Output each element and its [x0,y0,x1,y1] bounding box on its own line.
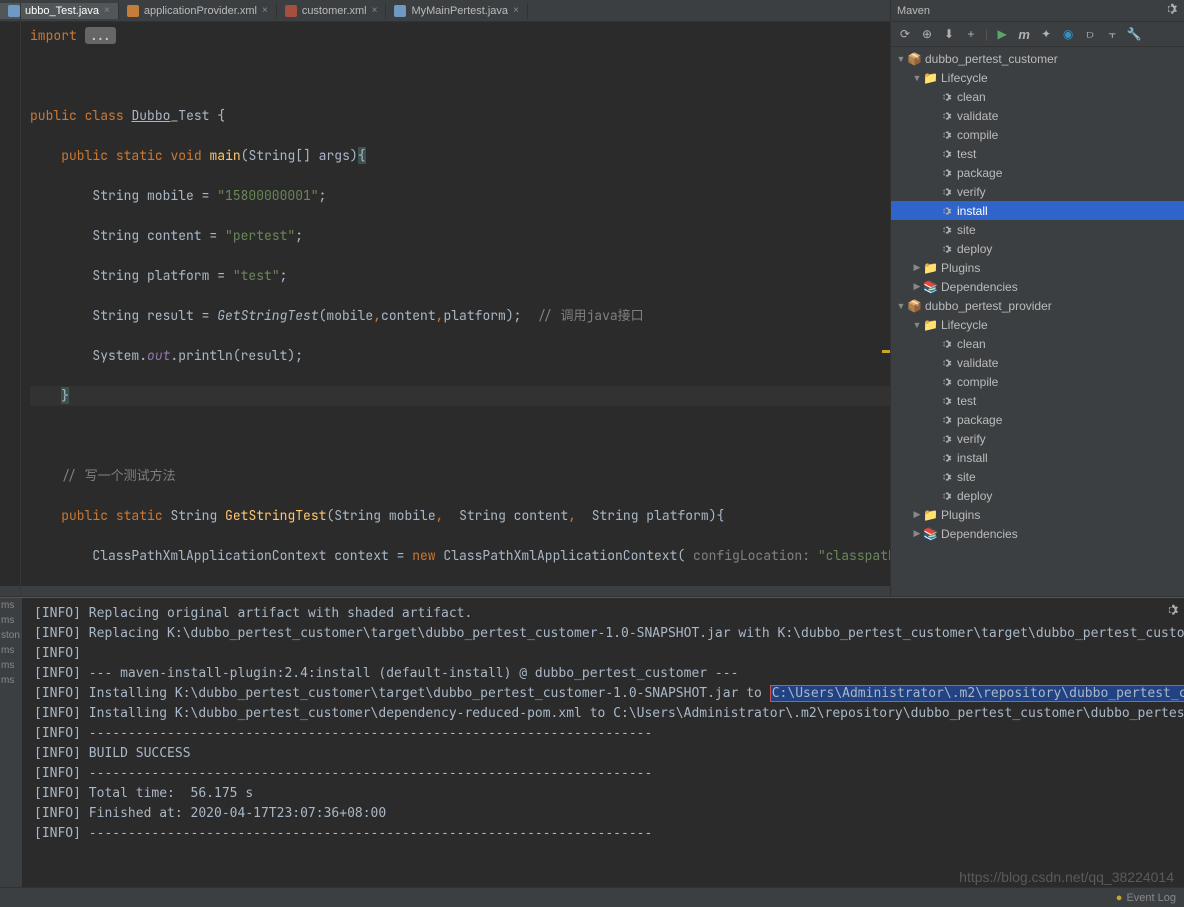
tree-item-test[interactable]: test [891,144,1184,163]
tab-label: applicationProvider.xml [144,5,257,17]
maven-icon[interactable]: m [1016,26,1032,42]
console-gutter: msmsstonmsmsms [0,598,22,887]
maven-title: Maven [897,5,930,17]
tree-item-dubbo_pertest_customer[interactable]: ▼📦dubbo_pertest_customer [891,49,1184,68]
maven-tree[interactable]: ▼📦dubbo_pertest_customer▼📁Lifecycleclean… [891,47,1184,596]
add-icon[interactable]: + [963,26,979,42]
tree-item-test[interactable]: test [891,391,1184,410]
tab-label: ubbo_Test.java [25,5,99,17]
status-bar: ● Event Log [0,887,1184,907]
tab-customer-xml[interactable]: customer.xml × [277,3,387,19]
tab-label: customer.xml [302,5,367,17]
collapse-icon[interactable]: ⫐ [1082,26,1098,42]
console-output[interactable]: [INFO] Replacing original artifact with … [0,598,1184,887]
tree-item-clean[interactable]: clean [891,334,1184,353]
tree-item-package[interactable]: package [891,163,1184,182]
tree-item-dependencies[interactable]: ▶📚Dependencies [891,277,1184,296]
close-icon[interactable]: × [262,5,268,16]
tree-item-install[interactable]: install [891,201,1184,220]
tree-item-validate[interactable]: validate [891,353,1184,372]
maven-toolbar: ⟳ ⊕ ⬇ + | ▶ m ✦ ◉ ⫐ ⫟ 🔧 [891,22,1184,47]
close-icon[interactable]: × [372,5,378,16]
xml-icon [285,5,297,17]
editor-scrollbar[interactable] [0,586,890,596]
java-icon [8,5,20,17]
editor-tabs: ubbo_Test.java × applicationProvider.xml ×… [0,0,890,22]
tree-item-validate[interactable]: validate [891,106,1184,125]
tree-item-package[interactable]: package [891,410,1184,429]
tree-item-plugins[interactable]: ▶📁Plugins [891,505,1184,524]
code-editor[interactable]: import ... public class Dubbo_Test { pub… [0,22,890,586]
warning-icon: ● [1116,892,1123,904]
tree-item-compile[interactable]: compile [891,125,1184,144]
tree-item-verify[interactable]: verify [891,429,1184,448]
tab-label: MyMainPertest.java [411,5,508,17]
refresh-icon[interactable]: ⟳ [897,26,913,42]
editor-pane: ubbo_Test.java × applicationProvider.xml ×… [0,0,890,596]
tree-item-dubbo_pertest_provider[interactable]: ▼📦dubbo_pertest_provider [891,296,1184,315]
console-panel: msmsstonmsmsms [INFO] Replacing original… [0,597,1184,887]
tree-item-plugins[interactable]: ▶📁Plugins [891,258,1184,277]
tree-item-compile[interactable]: compile [891,372,1184,391]
java-icon [394,5,406,17]
console-settings-icon[interactable] [1164,602,1180,618]
tab-mymain-pertest[interactable]: MyMainPertest.java × [386,3,527,19]
show-icon[interactable]: ⫟ [1104,26,1120,42]
toggle-icon[interactable]: ✦ [1038,26,1054,42]
maven-panel: Maven ⟳ ⊕ ⬇ + | ▶ m ✦ ◉ ⫐ ⫟ 🔧 ▼📦dubbo_pe… [890,0,1184,596]
editor-marker [882,350,890,353]
event-log-link[interactable]: Event Log [1126,892,1176,904]
tree-item-verify[interactable]: verify [891,182,1184,201]
watermark: https://blog.csdn.net/qq_38224014 [959,869,1174,885]
xml-icon [127,5,139,17]
tab-dubbo-test[interactable]: ubbo_Test.java × [0,3,119,19]
tree-item-site[interactable]: site [891,220,1184,239]
tree-item-site[interactable]: site [891,467,1184,486]
run-icon[interactable]: ▶ [994,26,1010,42]
close-icon[interactable]: × [104,5,110,16]
tree-item-deploy[interactable]: deploy [891,239,1184,258]
maven-settings-icon[interactable] [1164,2,1178,19]
skip-tests-icon[interactable]: ◉ [1060,26,1076,42]
wrench-icon[interactable]: 🔧 [1126,26,1142,42]
tree-item-dependencies[interactable]: ▶📚Dependencies [891,524,1184,543]
tree-item-lifecycle[interactable]: ▼📁Lifecycle [891,315,1184,334]
tree-item-clean[interactable]: clean [891,87,1184,106]
tree-item-deploy[interactable]: deploy [891,486,1184,505]
generate-icon[interactable]: ⊕ [919,26,935,42]
tree-item-lifecycle[interactable]: ▼📁Lifecycle [891,68,1184,87]
tree-item-install[interactable]: install [891,448,1184,467]
close-icon[interactable]: × [513,5,519,16]
tab-application-provider[interactable]: applicationProvider.xml × [119,3,277,19]
download-icon[interactable]: ⬇ [941,26,957,42]
